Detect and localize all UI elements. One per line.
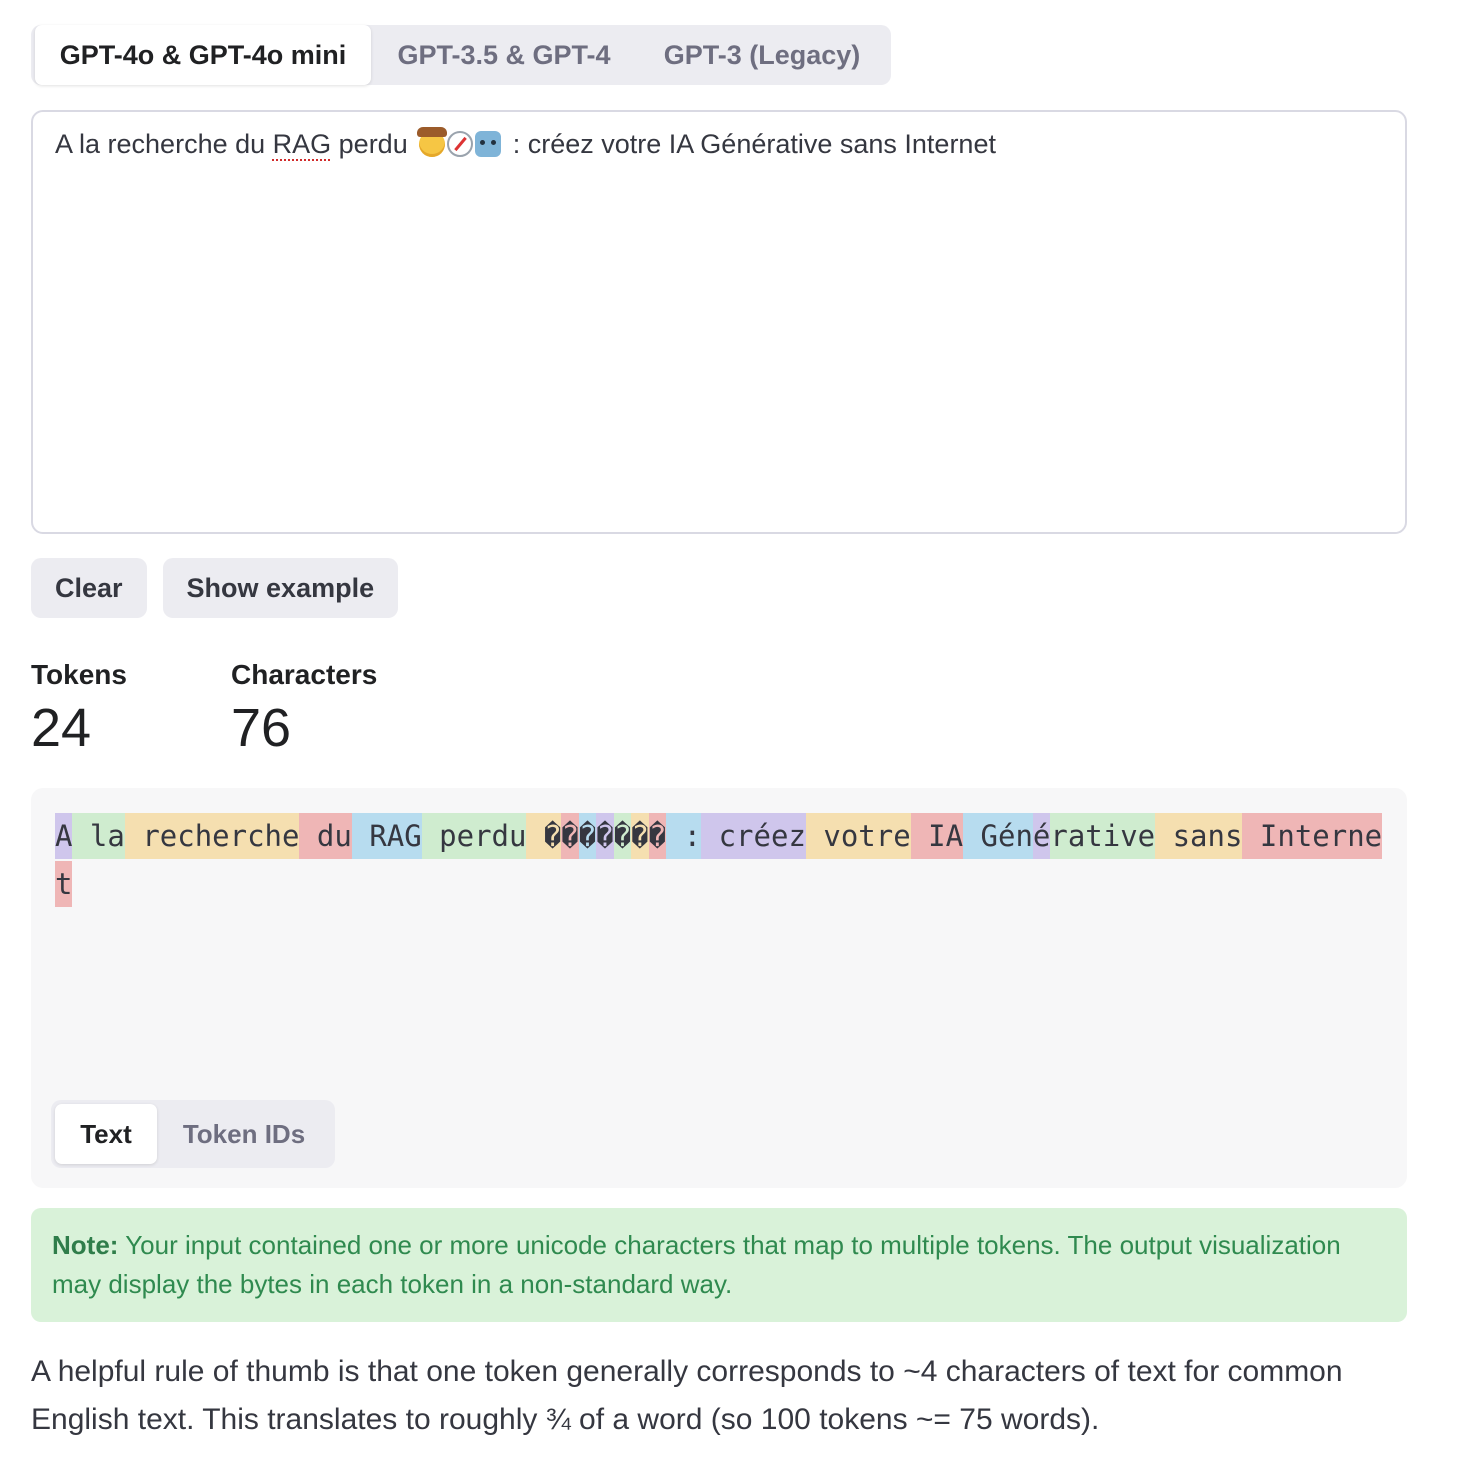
show-example-button[interactable]: Show example: [162, 558, 399, 618]
token-visualization: A la recherche du RAG perdu ������� : cr…: [55, 812, 1383, 908]
robot-icon: [475, 131, 502, 157]
token: �: [561, 813, 579, 859]
tokens-stat: Tokens 24: [31, 658, 231, 760]
token-output-panel: A la recherche du RAG perdu ������� : cr…: [31, 788, 1407, 1188]
cowboy-hat-face-icon: [417, 127, 448, 157]
note-text: Your input contained one or more unicode…: [52, 1230, 1341, 1299]
tab-gpt-3-legacy[interactable]: GPT-3 (Legacy): [637, 25, 887, 85]
unicode-note: Note: Your input contained one or more u…: [31, 1208, 1407, 1322]
rule-of-thumb: A helpful rule of thumb is that one toke…: [31, 1355, 1343, 1436]
input-text-before: A la recherche du: [55, 129, 273, 159]
tokens-count: 24: [31, 698, 92, 758]
token: :: [666, 813, 702, 859]
characters-count: 76: [231, 698, 292, 758]
token: votre: [805, 813, 911, 859]
model-tabs: GPT-4o & GPT-4o mini GPT-3.5 & GPT-4 GPT…: [31, 25, 891, 85]
action-buttons: Clear Show example: [31, 558, 1407, 618]
token: A: [55, 813, 73, 859]
token: �: [613, 813, 632, 859]
emoji-group: [417, 127, 502, 157]
text-input[interactable]: A la recherche du RAG perdu : créez votr…: [31, 110, 1407, 534]
token: �: [578, 813, 597, 859]
characters-stat: Characters 76: [231, 658, 431, 760]
token: �: [648, 813, 667, 859]
token: é: [1032, 813, 1051, 859]
token: du: [299, 813, 352, 859]
token: sans: [1155, 813, 1243, 859]
token: créez: [701, 813, 806, 859]
stats: Tokens 24 Characters 76: [31, 658, 1407, 760]
tokens-label: Tokens: [31, 659, 127, 690]
tokenizer-page: GPT-4o & GPT-4o mini GPT-3.5 & GPT-4 GPT…: [31, 25, 1407, 1444]
clear-button[interactable]: Clear: [31, 558, 147, 618]
token: Gén: [963, 813, 1033, 859]
compass-icon: [447, 131, 474, 157]
token: rative: [1050, 813, 1156, 859]
token: perdu: [421, 813, 527, 859]
tab-token-ids[interactable]: Token IDs: [157, 1104, 331, 1164]
characters-label: Characters: [231, 659, 378, 690]
input-flagged-word: RAG: [272, 129, 332, 159]
note-label: Note:: [52, 1230, 119, 1260]
token: RAG: [351, 813, 422, 859]
token: [526, 813, 544, 859]
token: IA: [910, 813, 964, 859]
token: �: [543, 813, 562, 859]
token: la: [72, 813, 125, 859]
token: recherche: [124, 813, 300, 859]
tab-text[interactable]: Text: [55, 1104, 157, 1164]
tab-gpt-3-5-gpt-4[interactable]: GPT-3.5 & GPT-4: [371, 25, 637, 85]
view-tabs: Text Token IDs: [51, 1100, 335, 1168]
tab-gpt-4o[interactable]: GPT-4o & GPT-4o mini: [35, 25, 371, 85]
input-text-mid: perdu: [331, 129, 416, 159]
input-text-after: : créez votre IA Générative sans Interne…: [505, 129, 996, 159]
token: �: [596, 813, 614, 859]
token: �: [631, 813, 649, 859]
